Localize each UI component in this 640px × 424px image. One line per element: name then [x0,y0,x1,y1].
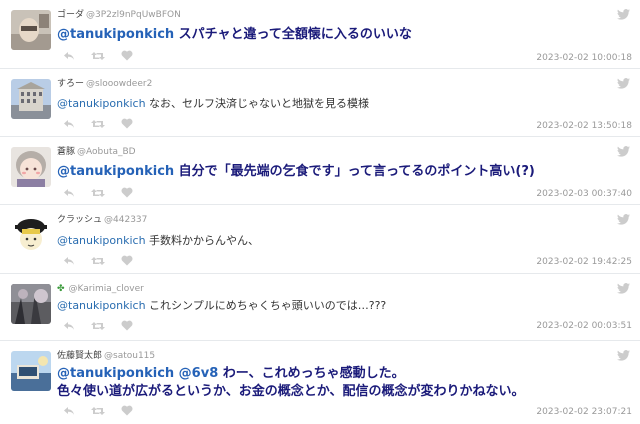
tweet-body: なお、セルフ決済じゃないと地獄を見る模様 [145,97,370,110]
retweet-icon[interactable] [91,321,105,331]
heart-icon[interactable] [121,118,133,129]
mention-link[interactable]: @tanukiponkich [57,164,174,179]
user-handle[interactable]: @442337 [104,215,147,225]
tweet-text: @tanukiponkich スパチャと違って全額懐に入るのいいな [57,26,412,44]
tweet-header: ゴーダ @3P2zl9nPqUwBFON [57,9,181,21]
avatar[interactable] [11,79,51,119]
tweet-actions [63,320,133,331]
user-handle[interactable]: @3P2zl9nPqUwBFON [86,10,181,20]
display-name[interactable]: クラッシュ [57,215,102,225]
avatar[interactable] [11,215,51,255]
retweet-icon[interactable] [91,51,105,61]
reply-icon[interactable] [63,119,75,129]
display-name[interactable]: 蒼豚 [57,147,75,157]
reply-icon[interactable] [63,406,75,416]
retweet-icon[interactable] [91,119,105,129]
heart-icon[interactable] [121,187,133,198]
tweet-text: @tanukiponkich なお、セルフ決済じゃないと地獄を見る模様 [57,97,369,111]
display-name[interactable]: すろー [57,79,84,89]
reply-icon[interactable] [63,256,75,266]
reply-icon[interactable] [63,188,75,198]
timestamp[interactable]: 2023-02-02 00:03:51 [536,321,632,331]
retweet-icon[interactable] [91,188,105,198]
tweet-header: 佐藤賢太郎 @satou115 [57,350,155,362]
tweet-card: 佐藤賢太郎 @satou115 @tanukiponkich @6v8 わー、これ… [0,341,640,424]
display-name[interactable]: 佐藤賢太郎 [57,351,102,361]
user-handle[interactable]: @Aobuta_BD [77,147,136,157]
mention-link[interactable]: @tanukiponkich [57,97,146,110]
tweet-card: すろー @slooowdeer2 @tanukiponkich なお、セルフ決済じ… [0,69,640,137]
tweet-header: クラッシュ @442337 [57,214,147,226]
tweet-text: @tanukiponkich 手数料かからんやん、 [57,234,259,248]
twitter-bird-icon[interactable] [617,146,630,157]
avatar[interactable] [11,351,51,391]
tweet-text-line2: 色々使い道が広がるというか、お金の概念とか、配信の概念が変わりかねない。 [57,384,525,399]
tweet-card: クラッシュ @442337 @tanukiponkich 手数料かからんやん、 2… [0,205,640,274]
timestamp[interactable]: 2023-02-02 23:07:21 [536,407,632,417]
tweet-actions [63,255,133,266]
tweet-body: 自分で「最先端の乞食です」って言ってるのポイント高い(?) [174,164,535,179]
mention-link[interactable]: @tanukiponkich [57,234,146,247]
tweet-actions [63,187,133,198]
twitter-bird-icon[interactable] [617,350,630,361]
twitter-bird-icon[interactable] [617,283,630,294]
clover-icon: ✤ [57,284,65,294]
tweet-actions [63,50,133,61]
retweet-icon[interactable] [91,406,105,416]
reply-icon[interactable] [63,321,75,331]
mention-link[interactable]: @tanukiponkich [57,27,174,42]
mention-link[interactable]: @tanukiponkich [57,299,146,312]
tweet-actions [63,405,133,416]
mention-link[interactable]: @tanukiponkich @6v8 [57,366,218,381]
reply-icon[interactable] [63,51,75,61]
twitter-bird-icon[interactable] [617,78,630,89]
retweet-icon[interactable] [91,256,105,266]
user-handle[interactable]: @satou115 [104,351,155,361]
avatar[interactable] [11,147,51,187]
avatar[interactable] [11,284,51,324]
heart-icon[interactable] [121,255,133,266]
timestamp[interactable]: 2023-02-03 00:37:40 [536,189,632,199]
tweet-body: これシンプルにめちゃくちゃ頭いいのでは…??? [145,299,387,312]
tweet-text: @tanukiponkich @6v8 わー、これめっちゃ感動した。 [57,365,405,383]
twitter-bird-icon[interactable] [617,214,630,225]
display-name[interactable]: ゴーダ [57,10,84,20]
tweet-card: 蒼豚 @Aobuta_BD @tanukiponkich 自分で「最先端の乞食です… [0,137,640,205]
user-handle[interactable]: @slooowdeer2 [86,79,152,89]
tweet-text: @tanukiponkich これシンプルにめちゃくちゃ頭いいのでは…??? [57,299,386,313]
tweet-header: 蒼豚 @Aobuta_BD [57,146,136,158]
tweet-body: わー、これめっちゃ感動した。 [218,366,405,381]
avatar[interactable] [11,10,51,50]
heart-icon[interactable] [121,320,133,331]
tweet-actions [63,118,133,129]
tweet-header: すろー @slooowdeer2 [57,78,152,90]
tweet-body: スパチャと違って全額懐に入るのいいな [174,27,412,42]
twitter-bird-icon[interactable] [617,9,630,20]
heart-icon[interactable] [121,50,133,61]
timestamp[interactable]: 2023-02-02 10:00:18 [536,53,632,63]
tweet-feed: ゴーダ @3P2zl9nPqUwBFON @tanukiponkich スパチャと… [0,0,640,424]
tweet-header: ✤ @Karimia_clover [57,283,144,295]
tweet-card: ゴーダ @3P2zl9nPqUwBFON @tanukiponkich スパチャと… [0,0,640,69]
timestamp[interactable]: 2023-02-02 19:42:25 [536,257,632,267]
user-handle[interactable]: @Karimia_clover [69,284,144,294]
tweet-card: ✤ @Karimia_clover @tanukiponkich これシンプルにめ… [0,274,640,341]
timestamp[interactable]: 2023-02-02 13:50:18 [536,121,632,131]
tweet-body: 手数料かからんやん、 [145,234,260,247]
heart-icon[interactable] [121,405,133,416]
tweet-text: @tanukiponkich 自分で「最先端の乞食です」って言ってるのポイント高… [57,163,535,181]
